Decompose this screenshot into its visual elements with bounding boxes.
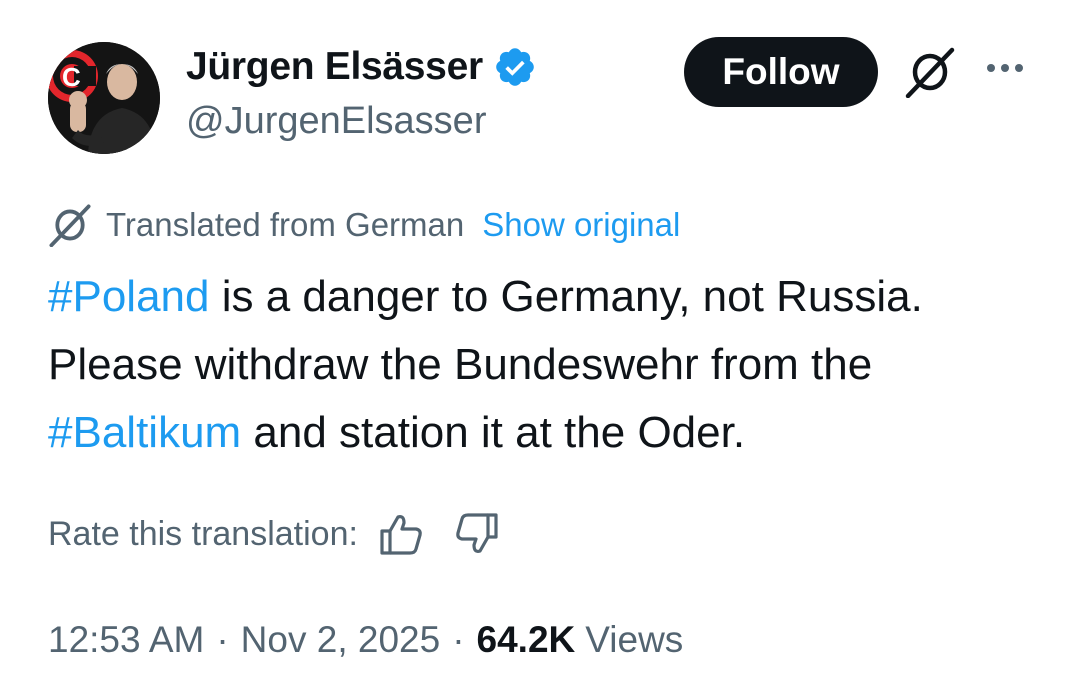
translation-row: Translated from German Show original (48, 202, 680, 248)
tweet-date[interactable]: Nov 2, 2025 (241, 619, 441, 661)
rate-translation-label: Rate this translation: (48, 514, 358, 553)
tweet-line-text: and station it at the Oder. (241, 408, 746, 457)
avatar[interactable]: C (48, 42, 160, 154)
avatar-logo-letter: C (62, 62, 81, 92)
author-name-row: Jürgen Elsässer (186, 42, 537, 92)
tweet-line-text: Please withdraw the Bundeswehr from the (48, 340, 873, 389)
show-original-link[interactable]: Show original (482, 206, 680, 244)
hashtag-link[interactable]: #Poland (48, 272, 209, 321)
tweet-text: #Poland is a danger to Germany, not Russ… (48, 263, 1048, 467)
tweet-line: Please withdraw the Bundeswehr from the (48, 331, 1048, 399)
follow-button[interactable]: Follow (684, 37, 878, 107)
meta-separator: · (452, 619, 465, 660)
avatar-image: C (48, 42, 160, 154)
views-label[interactable]: Views (585, 619, 683, 661)
author-handle[interactable]: @JurgenElsasser (186, 100, 486, 143)
translated-from-label: Translated from German (106, 206, 465, 243)
verified-badge-icon (493, 45, 537, 89)
more-horizontal-icon[interactable] (984, 54, 1026, 82)
thumbs-up-icon[interactable] (378, 511, 424, 557)
thumbs-down-icon[interactable] (454, 511, 500, 557)
tweet-time[interactable]: 12:53 AM (48, 619, 204, 661)
meta-separator: · (216, 619, 229, 660)
rate-translation-row: Rate this translation: (48, 508, 500, 560)
translate-icon (48, 203, 92, 248)
grok-icon[interactable] (904, 46, 956, 99)
tweet-line: #Baltikum and station it at the Oder. (48, 399, 1048, 467)
tweet-line-text: is a danger to Germany, not Russia. (209, 272, 923, 321)
tweet-card: C Jürgen Elsässer @JurgenElsasser Follow (0, 0, 1080, 693)
tweet-meta: 12:53 AM · Nov 2, 2025 · 64.2K Views (48, 614, 683, 666)
author-name[interactable]: Jürgen Elsässer (186, 45, 483, 89)
hashtag-link[interactable]: #Baltikum (48, 408, 241, 457)
tweet-line: #Poland is a danger to Germany, not Russ… (48, 263, 1048, 331)
views-count[interactable]: 64.2K (477, 619, 576, 661)
